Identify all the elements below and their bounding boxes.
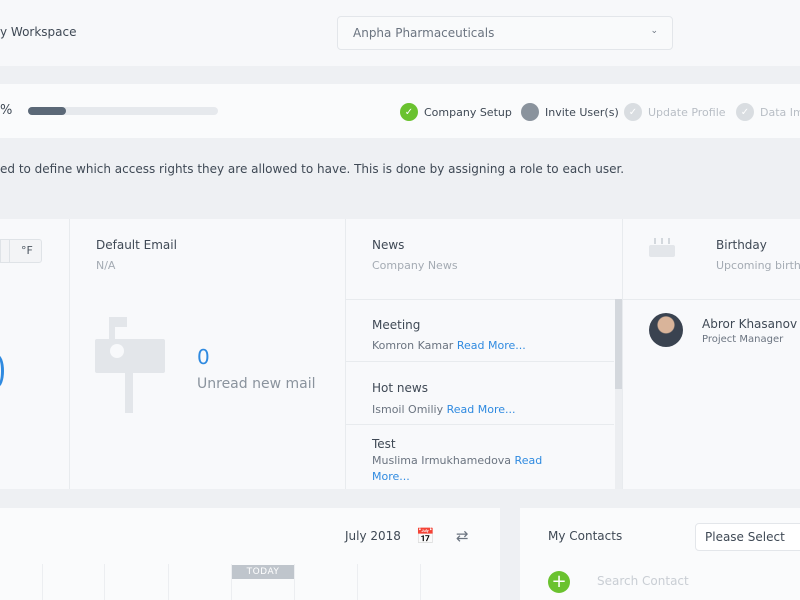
author-name: Muslima Irmukhamedova [372, 454, 512, 467]
grid-line [104, 564, 105, 600]
news-widget-subtitle: Company News [372, 259, 458, 272]
email-widget-subtitle: N/A [96, 259, 116, 272]
grid-line [420, 564, 421, 600]
unread-label: Unread new mail [197, 376, 316, 392]
top-bar: y Workspace Anpha Pharmaceuticals ⌄ [0, 0, 800, 66]
grid-line [42, 564, 43, 600]
contacts-select-value: Please Select [705, 530, 785, 544]
news-item-author: Ismoil Omiliy Read More... [372, 402, 572, 418]
news-widget-title: News [372, 238, 405, 252]
news-item-title: Test [372, 437, 396, 451]
step-data-import[interactable]: ✓ Data Im [736, 102, 800, 122]
birthday-person-role: Project Manager [702, 334, 784, 345]
calendar-month: July 2018 [345, 529, 401, 543]
read-more-link[interactable]: Read More... [447, 403, 516, 416]
refresh-icon[interactable]: ⇄ [456, 527, 469, 545]
workspace-title: y Workspace [0, 25, 77, 39]
birthday-widget-title: Birthday [716, 238, 767, 252]
birthday-cake-icon [649, 238, 675, 257]
contacts-title: My Contacts [548, 529, 623, 543]
fahrenheit-button[interactable]: °F [21, 244, 33, 257]
current-step-icon [521, 103, 539, 121]
calendar-widget: July 2018 📅 ⇄ TODAY [0, 508, 500, 600]
news-item-author: Muslima Irmukhamedova Read More... [372, 453, 562, 485]
onboarding-info-text: ed to define which access rights they ar… [0, 162, 625, 176]
news-item-title: Meeting [372, 318, 421, 332]
check-icon: ✓ [400, 103, 418, 121]
birthday-widget-subtitle: Upcoming birth [716, 259, 800, 272]
check-icon: ✓ [736, 103, 754, 121]
widgets-row: °F Default Email N/A 0 Unread new mail N… [0, 219, 800, 489]
read-more-link[interactable]: Read More... [457, 339, 526, 352]
divider [9, 240, 10, 262]
add-contact-button[interactable]: + [548, 571, 570, 593]
news-item[interactable]: Test Muslima Irmukhamedova Read More... [346, 425, 614, 489]
step-invite-users[interactable]: Invite User(s) [521, 102, 619, 122]
news-scrollbar-thumb[interactable] [615, 299, 622, 389]
avatar[interactable] [649, 313, 683, 347]
contacts-select[interactable]: Please Select [695, 523, 800, 551]
divider [622, 219, 623, 489]
step-company-setup[interactable]: ✓ Company Setup [400, 102, 512, 122]
step-label: Company Setup [424, 105, 512, 119]
divider [622, 299, 800, 300]
company-select-value: Anpha Pharmaceuticals [353, 26, 495, 40]
progress-bar [28, 107, 218, 115]
calendar-icon[interactable]: 📅 [416, 527, 435, 545]
step-update-profile[interactable]: ✓ Update Profile [624, 102, 726, 122]
news-item-author: Komron Kamar Read More... [372, 338, 572, 354]
grid-line [357, 564, 358, 600]
email-widget-title: Default Email [96, 238, 177, 252]
company-select[interactable]: Anpha Pharmaceuticals ⌄ [337, 16, 673, 50]
news-item[interactable]: Hot news Ismoil Omiliy Read More... [346, 362, 614, 425]
grid-line [168, 564, 169, 600]
progress-percent: % [0, 103, 13, 118]
step-label: Invite User(s) [545, 105, 619, 119]
contacts-widget: My Contacts Please Select + Search Conta… [520, 508, 800, 600]
onboarding-progress: % ✓ Company Setup Invite User(s) ✓ Updat… [0, 84, 800, 138]
step-label: Data Im [760, 105, 800, 119]
news-item[interactable]: Meeting Komron Kamar Read More... [346, 300, 614, 362]
birthday-person-name[interactable]: Abror Khasanov [702, 317, 797, 331]
progress-bar-fill [28, 107, 66, 115]
news-item-title: Hot news [372, 381, 428, 395]
chevron-down-icon: ⌄ [650, 26, 658, 36]
today-badge: TODAY [232, 565, 294, 579]
weather-ring-icon [0, 355, 4, 387]
grid-line [294, 564, 295, 600]
unit-toggle[interactable]: °F [0, 239, 42, 263]
author-name: Ismoil Omiliy [372, 403, 444, 416]
mailbox-icon [95, 317, 165, 413]
check-icon: ✓ [624, 103, 642, 121]
divider [69, 219, 70, 489]
author-name: Komron Kamar [372, 339, 454, 352]
step-label: Update Profile [648, 105, 726, 119]
search-contact-input[interactable]: Search Contact [597, 574, 689, 588]
unread-count[interactable]: 0 [197, 345, 210, 369]
